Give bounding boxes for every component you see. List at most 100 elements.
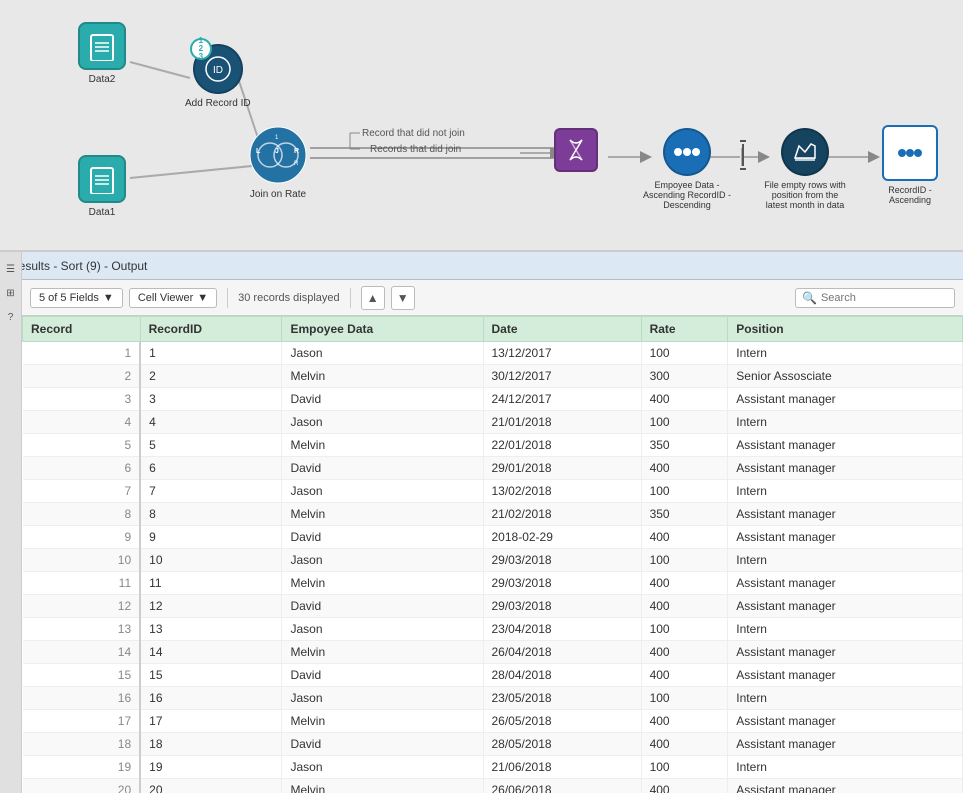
annotation-join: Records that did join (370, 144, 461, 155)
table-row[interactable]: 66David29/01/2018400Assistant manager (23, 457, 963, 480)
table-cell: David (282, 457, 483, 480)
sidebar-icon-help[interactable]: ? (2, 308, 20, 326)
cell-recordid: 10 (140, 549, 282, 572)
table-cell: 100 (641, 411, 728, 434)
node-sample[interactable]: Empoyee Data - Ascending RecordID - Desc… (642, 128, 732, 210)
node-data2[interactable]: Data2 (78, 22, 126, 85)
cell-record: 5 (23, 434, 141, 457)
node-recordid-output[interactable]: RecordID - Ascending (870, 125, 950, 205)
cell-recordid: 14 (140, 641, 282, 664)
table-cell: Intern (728, 687, 963, 710)
search-box[interactable]: 🔍 (795, 288, 955, 308)
table-row[interactable]: 99David2018-02-29400Assistant manager (23, 526, 963, 549)
table-cell: 21/01/2018 (483, 411, 641, 434)
table-cell: Intern (728, 342, 963, 365)
table-row[interactable]: 11Jason13/12/2017100Intern (23, 342, 963, 365)
table-cell: 100 (641, 756, 728, 779)
cell-recordid: 3 (140, 388, 282, 411)
sidebar-icon-table[interactable]: ⊞ (2, 284, 20, 302)
annotation-no-join: Record that did not join (362, 128, 465, 139)
table-cell: Jason (282, 411, 483, 434)
table-row[interactable]: 1010Jason29/03/2018100Intern (23, 549, 963, 572)
sort-down-button[interactable]: ▼ (391, 286, 415, 310)
data-table-container: Record RecordID Empoyee Data Date Rate P… (0, 316, 963, 793)
fields-selector-button[interactable]: 5 of 5 Fields ▼ (30, 288, 123, 308)
table-cell: Jason (282, 549, 483, 572)
table-cell: Assistant manager (728, 526, 963, 549)
table-cell: 23/04/2018 (483, 618, 641, 641)
table-cell: 350 (641, 503, 728, 526)
table-cell: 24/12/2017 (483, 388, 641, 411)
table-cell: Assistant manager (728, 733, 963, 756)
cell-recordid: 17 (140, 710, 282, 733)
table-row[interactable]: 1919Jason21/06/2018100Intern (23, 756, 963, 779)
cell-record: 8 (23, 503, 141, 526)
table-row[interactable]: 55Melvin22/01/2018350Assistant manager (23, 434, 963, 457)
node-dna[interactable] (554, 128, 598, 172)
table-row[interactable]: 1212David29/03/2018400Assistant manager (23, 595, 963, 618)
table-row[interactable]: 33David24/12/2017400Assistant manager (23, 388, 963, 411)
table-row[interactable]: 1515David28/04/2018400Assistant manager (23, 664, 963, 687)
node-join-on-rate[interactable]: L J R 1 R Join on Rate (248, 125, 308, 200)
cell-record: 15 (23, 664, 141, 687)
table-cell: Assistant manager (728, 641, 963, 664)
col-header-rate: Rate (641, 317, 728, 342)
table-row[interactable]: 1717Melvin26/05/2018400Assistant manager (23, 710, 963, 733)
table-cell: 29/03/2018 (483, 595, 641, 618)
sidebar-icon-menu[interactable]: ☰ (2, 260, 20, 278)
chevron-down-icon2: ▼ (197, 292, 208, 304)
left-sidebar: ☰ ⊞ ? (0, 252, 22, 793)
records-displayed-label: 30 records displayed (238, 292, 340, 304)
table-row[interactable]: 1111Melvin29/03/2018400Assistant manager (23, 572, 963, 595)
cell-recordid: 7 (140, 480, 282, 503)
table-cell: Jason (282, 618, 483, 641)
search-input[interactable] (821, 292, 951, 304)
table-cell: 400 (641, 388, 728, 411)
cell-record: 6 (23, 457, 141, 480)
svg-text:ID: ID (213, 65, 223, 76)
data-table: Record RecordID Empoyee Data Date Rate P… (22, 316, 963, 793)
table-cell: Assistant manager (728, 457, 963, 480)
node-add-record-id[interactable]: 123 ID Add Record ID (185, 44, 251, 109)
svg-text:J: J (275, 148, 279, 155)
table-cell: David (282, 664, 483, 687)
cell-viewer-button[interactable]: Cell Viewer ▼ (129, 288, 217, 308)
connector-lines (0, 0, 963, 250)
sort-up-button[interactable]: ▲ (361, 286, 385, 310)
cell-record: 4 (23, 411, 141, 434)
table-row[interactable]: 77Jason13/02/2018100Intern (23, 480, 963, 503)
table-cell: Melvin (282, 365, 483, 388)
table-row[interactable]: 2020Melvin26/06/2018400Assistant manager (23, 779, 963, 793)
cell-recordid: 8 (140, 503, 282, 526)
cell-recordid: 18 (140, 733, 282, 756)
col-header-position: Position (728, 317, 963, 342)
table-cell: Intern (728, 756, 963, 779)
cell-record: 3 (23, 388, 141, 411)
table-row[interactable]: 1616Jason23/05/2018100Intern (23, 687, 963, 710)
cell-record: 19 (23, 756, 141, 779)
table-cell: Assistant manager (728, 779, 963, 793)
cell-recordid: 5 (140, 434, 282, 457)
table-row[interactable]: 1313Jason23/04/2018100Intern (23, 618, 963, 641)
col-header-date: Date (483, 317, 641, 342)
table-cell: Senior Assosciate (728, 365, 963, 388)
table-cell: Jason (282, 480, 483, 503)
table-row[interactable]: 1818David28/05/2018400Assistant manager (23, 733, 963, 756)
table-row[interactable]: 1414Melvin26/04/2018400Assistant manager (23, 641, 963, 664)
table-cell: 400 (641, 595, 728, 618)
col-header-record: Record (23, 317, 141, 342)
table-row[interactable]: 22Melvin30/12/2017300Senior Assosciate (23, 365, 963, 388)
table-row[interactable]: 88Melvin21/02/2018350Assistant manager (23, 503, 963, 526)
table-cell: David (282, 595, 483, 618)
table-cell: Assistant manager (728, 503, 963, 526)
table-cell: 400 (641, 710, 728, 733)
node-data1[interactable]: Data1 (78, 155, 126, 218)
cell-record: 10 (23, 549, 141, 572)
node-crown[interactable]: File empty rows with position from the l… (760, 128, 850, 210)
col-header-recordid: RecordID (140, 317, 282, 342)
table-row[interactable]: 44Jason21/01/2018100Intern (23, 411, 963, 434)
table-cell: 13/02/2018 (483, 480, 641, 503)
workflow-canvas: Data2 123 ID Add Record ID Data1 L J (0, 0, 963, 252)
cell-recordid: 19 (140, 756, 282, 779)
table-cell: David (282, 388, 483, 411)
